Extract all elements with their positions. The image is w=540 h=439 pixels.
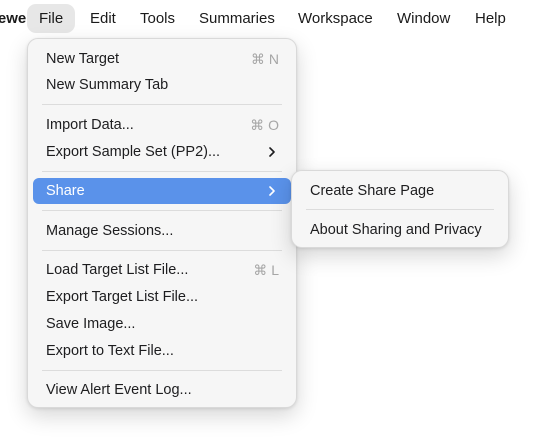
menu-item-new-summary-tab[interactable]: New Summary Tab: [33, 72, 291, 98]
menu-item-export-target-list[interactable]: Export Target List File...: [33, 284, 291, 310]
menu-item-label: About Sharing and Privacy: [310, 222, 482, 238]
chevron-right-icon: [269, 147, 275, 157]
menu-item-label: Manage Sessions...: [46, 223, 174, 239]
menu-separator: [42, 104, 282, 105]
submenu-item-create-share-page[interactable]: Create Share Page: [297, 178, 503, 204]
menu-bar: Viewer File Edit Tools Summaries Workspa…: [0, 0, 540, 37]
menu-item-label: New Summary Tab: [46, 77, 169, 93]
menubar-window[interactable]: Window: [385, 4, 462, 33]
menu-item-label: View Alert Event Log...: [46, 382, 192, 398]
menu-item-export-text-file[interactable]: Export to Text File...: [33, 338, 291, 364]
menu-item-label: Import Data...: [46, 117, 134, 133]
menu-item-label: Load Target List File...: [46, 262, 189, 278]
chevron-right-icon: [269, 186, 275, 196]
share-submenu: Create Share Page About Sharing and Priv…: [291, 170, 509, 248]
menu-item-manage-sessions[interactable]: Manage Sessions...: [33, 218, 291, 244]
menubar-summaries[interactable]: Summaries: [187, 4, 287, 33]
menu-item-save-image[interactable]: Save Image...: [33, 311, 291, 337]
menu-item-import-data[interactable]: Import Data... ⌘ O: [33, 112, 291, 138]
menu-separator: [42, 250, 282, 251]
menubar-help[interactable]: Help: [463, 4, 518, 33]
menu-item-view-alert-log[interactable]: View Alert Event Log...: [33, 377, 291, 403]
menu-item-label: Create Share Page: [310, 183, 435, 199]
menu-item-label: Export Target List File...: [46, 289, 199, 305]
menu-item-load-target-list[interactable]: Load Target List File... ⌘ L: [33, 257, 291, 283]
menu-item-export-sample-set[interactable]: Export Sample Set (PP2)...: [33, 139, 291, 165]
menubar-tools[interactable]: Tools: [128, 4, 187, 33]
menu-item-label: Share: [46, 183, 85, 199]
menu-separator: [42, 370, 282, 371]
menubar-edit[interactable]: Edit: [78, 4, 128, 33]
screen: Viewer File Edit Tools Summaries Workspa…: [0, 0, 540, 439]
menu-item-label: Save Image...: [46, 316, 136, 332]
menu-item-new-target[interactable]: New Target ⌘ N: [33, 46, 291, 72]
menu-separator: [42, 171, 282, 172]
menu-item-share[interactable]: Share: [33, 178, 291, 204]
menubar-file[interactable]: File: [27, 4, 76, 33]
menu-item-shortcut: ⌘ L: [253, 262, 279, 278]
submenu-item-about-sharing[interactable]: About Sharing and Privacy: [297, 217, 503, 243]
menu-separator: [42, 210, 282, 211]
menu-item-label: New Target: [46, 51, 120, 67]
menu-item-label: Export Sample Set (PP2)...: [46, 144, 221, 160]
menu-separator: [306, 209, 494, 210]
menu-item-shortcut: ⌘ N: [251, 51, 279, 67]
menu-item-label: Export to Text File...: [46, 343, 174, 359]
menubar-workspace[interactable]: Workspace: [286, 4, 385, 33]
file-menu: New Target ⌘ N New Summary Tab Import Da…: [27, 38, 297, 408]
menu-item-shortcut: ⌘ O: [250, 117, 279, 133]
